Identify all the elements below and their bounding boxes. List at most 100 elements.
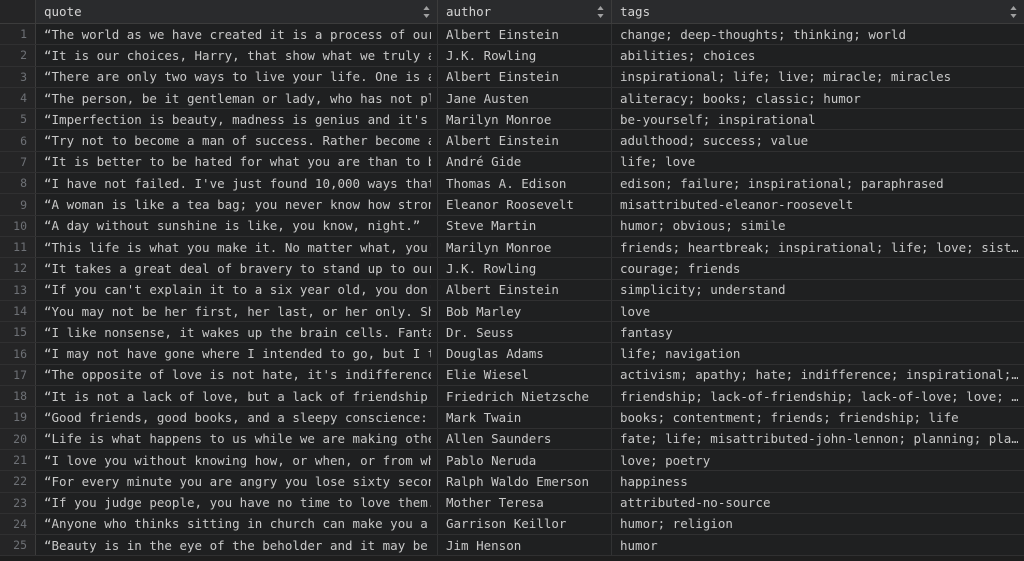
cell-quote[interactable]: “Good friends, good books, and a sleepy … — [36, 407, 438, 428]
cell-author[interactable]: Pablo Neruda — [438, 449, 612, 471]
cell-quote[interactable]: “This life is what you make it. No matte… — [36, 236, 438, 258]
table-row[interactable]: 11 “This life is what you make it. No mat… — [0, 236, 1024, 259]
cell-tags[interactable]: abilities; choices — [612, 45, 1024, 65]
cell-author[interactable]: Jim Henson — [438, 535, 612, 556]
cell-author[interactable]: Albert Einstein — [438, 130, 612, 151]
cell-quote[interactable]: “Beauty is in the eye of the beholder an… — [36, 535, 438, 556]
cell-tags[interactable]: be-yourself; inspirational — [612, 109, 1024, 129]
table-row[interactable]: 9 “A woman is like a tea bag; you never k… — [0, 194, 1024, 216]
cell-tags[interactable]: friendship; lack-of-friendship; lack-of-… — [612, 386, 1024, 406]
sort-updown-icon[interactable] — [1009, 5, 1018, 19]
row-number[interactable]: 22 — [0, 471, 36, 492]
row-number[interactable]: 7 — [0, 151, 36, 173]
table-row[interactable]: 5 “Imperfection is beauty, madness is gen… — [0, 109, 1024, 131]
table-row[interactable]: 6 “Try not to become a man of success. Ra… — [0, 130, 1024, 152]
table-row[interactable]: 7 “It is better to be hated for what you … — [0, 151, 1024, 174]
row-number[interactable]: 19 — [0, 407, 36, 428]
cell-quote[interactable]: “If you can't explain it to a six year o… — [36, 279, 438, 300]
table-row[interactable]: 14 “You may not be her first, her last, o… — [0, 300, 1024, 323]
cell-quote[interactable]: “I like nonsense, it wakes up the brain … — [36, 322, 438, 343]
cell-author[interactable]: Albert Einstein — [438, 24, 612, 45]
table-row[interactable]: 19 “Good friends, good books, and a sleep… — [0, 407, 1024, 429]
cell-quote[interactable]: “A day without sunshine is like, you kno… — [36, 215, 438, 236]
table-row[interactable]: 20 “Life is what happens to us while we a… — [0, 428, 1024, 450]
table-row[interactable]: 1 “The world as we have created it is a p… — [0, 24, 1024, 46]
table-row[interactable]: 24 “Anyone who thinks sitting in church c… — [0, 513, 1024, 536]
cell-quote[interactable]: “Imperfection is beauty, madness is geni… — [36, 109, 438, 130]
row-number[interactable]: 18 — [0, 386, 36, 407]
cell-author[interactable]: Albert Einstein — [438, 66, 612, 87]
row-number[interactable]: 15 — [0, 322, 36, 343]
cell-author[interactable]: Ralph Waldo Emerson — [438, 471, 612, 492]
cell-author[interactable]: Marilyn Monroe — [438, 236, 612, 258]
cell-quote[interactable]: “I may not have gone where I intended to… — [36, 343, 438, 364]
cell-quote[interactable]: “You may not be her first, her last, or … — [36, 300, 438, 322]
cell-author[interactable]: Steve Martin — [438, 215, 612, 236]
cell-tags[interactable]: fate; life; misattributed-john-lennon; p… — [612, 429, 1024, 449]
cell-tags[interactable]: life; love — [612, 152, 1024, 172]
cell-tags[interactable]: attributed-no-source — [612, 493, 1024, 513]
sort-updown-icon[interactable] — [596, 5, 605, 19]
row-number[interactable]: 9 — [0, 194, 36, 215]
cell-quote[interactable]: “It is better to be hated for what you a… — [36, 151, 438, 173]
cell-author[interactable]: Mother Teresa — [438, 492, 612, 513]
table-row[interactable]: 3 “There are only two ways to live your l… — [0, 66, 1024, 88]
cell-quote[interactable]: “There are only two ways to live your li… — [36, 66, 438, 87]
cell-quote[interactable]: “A woman is like a tea bag; you never kn… — [36, 194, 438, 215]
cell-quote[interactable]: “Life is what happens to us while we are… — [36, 428, 438, 449]
cell-tags[interactable]: activism; apathy; hate; indifference; in… — [612, 365, 1024, 385]
cell-author[interactable]: Marilyn Monroe — [438, 109, 612, 130]
cell-tags[interactable]: courage; friends — [612, 258, 1024, 278]
cell-tags[interactable]: edison; failure; inspirational; paraphra… — [612, 173, 1024, 193]
cell-quote[interactable]: “If you judge people, you have no time t… — [36, 492, 438, 513]
row-number[interactable]: 12 — [0, 258, 36, 279]
cell-tags[interactable]: friends; heartbreak; inspirational; life… — [612, 237, 1024, 257]
cell-quote[interactable]: “Anyone who thinks sitting in church can… — [36, 513, 438, 535]
column-header-quote[interactable]: quote — [36, 0, 438, 23]
table-row[interactable]: 4 “The person, be it gentleman or lady, w… — [0, 87, 1024, 110]
table-row[interactable]: 21 “I love you without knowing how, or wh… — [0, 449, 1024, 472]
column-header-tags[interactable]: tags — [612, 0, 1024, 23]
cell-author[interactable]: Bob Marley — [438, 300, 612, 322]
table-row[interactable]: 18 “It is not a lack of love, but a lack … — [0, 386, 1024, 408]
row-number[interactable]: 21 — [0, 449, 36, 471]
table-row[interactable]: 13 “If you can't explain it to a six year… — [0, 279, 1024, 301]
cell-tags[interactable]: misattributed-eleanor-roosevelt — [612, 194, 1024, 214]
row-number[interactable]: 24 — [0, 513, 36, 535]
cell-tags[interactable]: inspirational; life; live; miracle; mira… — [612, 67, 1024, 87]
cell-quote[interactable]: “The opposite of love is not hate, it's … — [36, 364, 438, 386]
table-row[interactable]: 17 “The opposite of love is not hate, it'… — [0, 364, 1024, 387]
cell-author[interactable]: Friedrich Nietzsche — [438, 386, 612, 407]
row-number[interactable]: 8 — [0, 173, 36, 194]
cell-tags[interactable]: fantasy — [612, 322, 1024, 342]
cell-tags[interactable]: aliteracy; books; classic; humor — [612, 88, 1024, 108]
cell-tags[interactable]: love — [612, 301, 1024, 321]
cell-tags[interactable]: adulthood; success; value — [612, 130, 1024, 150]
cell-tags[interactable]: humor; obvious; simile — [612, 216, 1024, 236]
cell-tags[interactable]: humor; religion — [612, 514, 1024, 534]
row-number[interactable]: 1 — [0, 24, 36, 45]
cell-author[interactable]: André Gide — [438, 151, 612, 173]
cell-author[interactable]: Mark Twain — [438, 407, 612, 428]
row-number[interactable]: 5 — [0, 109, 36, 130]
row-number[interactable]: 2 — [0, 45, 36, 66]
cell-author[interactable]: Allen Saunders — [438, 428, 612, 449]
cell-tags[interactable]: love; poetry — [612, 450, 1024, 470]
cell-quote[interactable]: “For every minute you are angry you lose… — [36, 471, 438, 492]
cell-quote[interactable]: “I have not failed. I've just found 10,0… — [36, 173, 438, 194]
cell-author[interactable]: J.K. Rowling — [438, 45, 612, 66]
row-number[interactable]: 20 — [0, 428, 36, 449]
cell-author[interactable]: Albert Einstein — [438, 279, 612, 300]
cell-author[interactable]: Eleanor Roosevelt — [438, 194, 612, 215]
table-row[interactable]: 12 “It takes a great deal of bravery to s… — [0, 258, 1024, 280]
row-number[interactable]: 16 — [0, 343, 36, 364]
table-row[interactable]: 15 “I like nonsense, it wakes up the brai… — [0, 322, 1024, 344]
row-number[interactable]: 13 — [0, 279, 36, 300]
row-number[interactable]: 23 — [0, 492, 36, 513]
cell-quote[interactable]: “I love you without knowing how, or when… — [36, 449, 438, 471]
cell-tags[interactable]: humor — [612, 535, 1024, 555]
cell-author[interactable]: Elie Wiesel — [438, 364, 612, 386]
table-row[interactable]: 2 “It is our choices, Harry, that show wh… — [0, 45, 1024, 67]
cell-quote[interactable]: “The person, be it gentleman or lady, wh… — [36, 87, 438, 109]
table-row[interactable]: 8 “I have not failed. I've just found 10,… — [0, 173, 1024, 195]
